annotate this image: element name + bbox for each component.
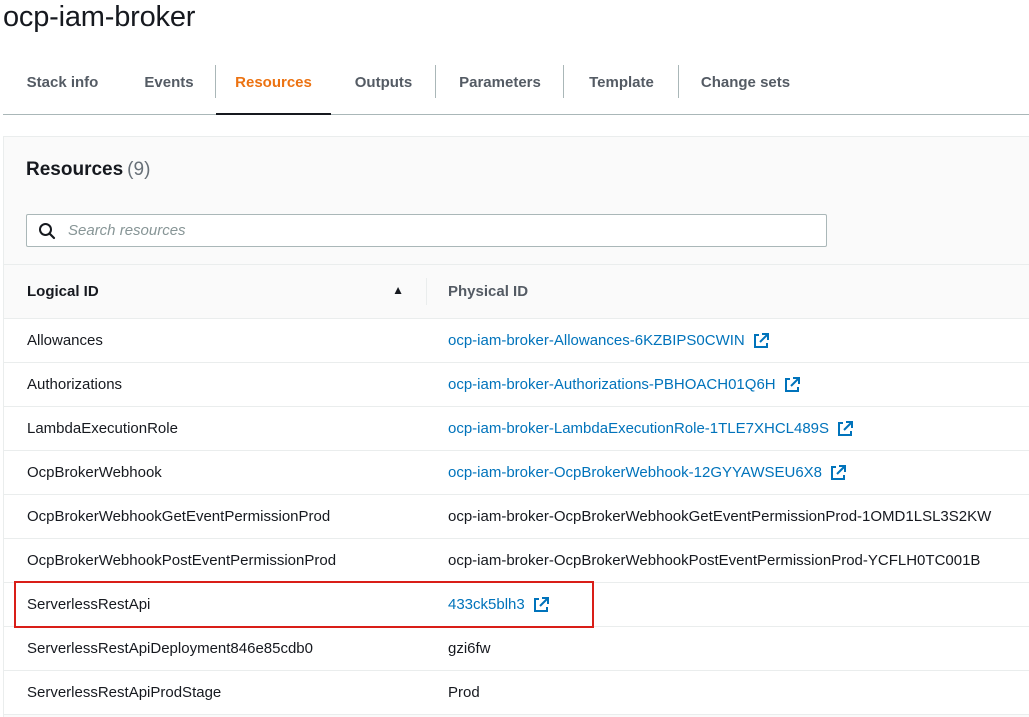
physical-id-text: ocp-iam-broker-OcpBrokerWebhookGetEventP… (448, 508, 992, 525)
logical-id-cell: OcpBrokerWebhookGetEventPermissionProd (27, 508, 331, 525)
table-row: ServerlessRestApiDeployment846e85cdb0 gzi… (4, 627, 1029, 671)
tab-events-label: Events (144, 74, 194, 91)
tab-change-sets[interactable]: Change sets (679, 51, 812, 114)
resources-panel: Resources(9) Logical ID ▲ Physical ID Al… (3, 136, 1029, 717)
logical-id-cell: Authorizations (27, 376, 123, 393)
search-box (26, 214, 827, 247)
tab-change-sets-label: Change sets (700, 74, 791, 91)
physical-id-text: gzi6fw (448, 640, 491, 657)
logical-id-cell: OcpBrokerWebhook (27, 464, 162, 481)
table-body: Allowances ocp-iam-broker-Allowances-6KZB… (4, 319, 1029, 715)
sort-ascending-icon[interactable]: ▲ (392, 283, 404, 297)
resources-count: (9) (127, 159, 151, 180)
external-link-icon[interactable] (784, 376, 800, 393)
table-row: ServerlessRestApiProdStage Prod (4, 671, 1029, 715)
tab-resources[interactable]: Resources (216, 51, 331, 115)
table-row: Allowances ocp-iam-broker-Allowances-6KZB… (4, 319, 1029, 363)
column-header-logical-id[interactable]: Logical ID ▲ (4, 283, 426, 300)
physical-id-cell: ocp-iam-broker-OcpBrokerWebhookGetEventP… (426, 508, 991, 525)
column-header-logical-id-label: Logical ID (27, 283, 99, 300)
resources-title: Resources (26, 159, 124, 180)
external-link-icon[interactable] (837, 420, 854, 437)
search-input[interactable] (66, 221, 826, 240)
tab-stack-info[interactable]: Stack info (3, 51, 122, 114)
table-row: Authorizations ocp-iam-broker-Authorizati… (4, 363, 1029, 407)
column-header-physical-id-label: Physical ID (448, 283, 529, 300)
resources-table: Logical ID ▲ Physical ID Allowances ocp-i… (4, 264, 1029, 715)
external-link-icon[interactable] (753, 332, 769, 349)
tab-resources-label: Resources (235, 74, 312, 91)
physical-id-cell: Prod (426, 684, 480, 701)
tab-outputs[interactable]: Outputs (331, 51, 436, 114)
table-row: OcpBrokerWebhookGetEventPermissionProd oc… (4, 495, 1029, 539)
table-row: OcpBrokerWebhookPostEventPermissionProd o… (4, 539, 1029, 583)
external-link-icon[interactable] (533, 596, 549, 613)
physical-id-link[interactable]: ocp-iam-broker-OcpBrokerWebhook-12GYYAWS… (448, 464, 822, 481)
physical-id-text: ocp-iam-broker-OcpBrokerWebhookPostEvent… (448, 552, 981, 569)
table-row: OcpBrokerWebhook ocp-iam-broker-OcpBroker… (4, 451, 1029, 495)
tab-events[interactable]: Events (122, 51, 216, 114)
physical-id-link[interactable]: ocp-iam-broker-Allowances-6KZBIPS0CWIN (448, 332, 745, 349)
logical-id-cell: ServerlessRestApiProdStage (27, 684, 222, 701)
logical-id-cell: ServerlessRestApiDeployment846e85cdb0 (27, 640, 313, 657)
tab-template-label: Template (589, 74, 654, 91)
physical-id-link[interactable]: 433ck5blh3 (448, 596, 525, 613)
logical-id-cell: OcpBrokerWebhookPostEventPermissionProd (27, 552, 337, 569)
physical-id-link[interactable]: ocp-iam-broker-Authorizations-PBHOACH01Q… (448, 376, 776, 393)
stack-tabs: Stack info Events Resources Outputs Para… (3, 51, 1029, 115)
physical-id-cell: 433ck5blh3 (426, 596, 549, 613)
tab-outputs-label: Outputs (354, 74, 413, 91)
tab-parameters-label: Parameters (459, 74, 541, 91)
external-link-icon[interactable] (830, 464, 847, 481)
search-icon (39, 222, 56, 239)
cloudformation-stack-page: ocp-iam-broker Stack info Events Resourc… (0, 0, 1029, 717)
logical-id-cell: LambdaExecutionRole (27, 420, 178, 437)
tab-parameters[interactable]: Parameters (436, 51, 564, 114)
physical-id-text: Prod (448, 684, 480, 701)
column-header-physical-id[interactable]: Physical ID (426, 278, 529, 305)
physical-id-cell: gzi6fw (426, 640, 491, 657)
physical-id-link[interactable]: ocp-iam-broker-LambdaExecutionRole-1TLE7… (448, 420, 829, 437)
logical-id-cell: Allowances (27, 332, 103, 349)
resources-heading: Resources (9) (26, 159, 150, 181)
physical-id-cell: ocp-iam-broker-OcpBrokerWebhook-12GYYAWS… (426, 464, 847, 481)
physical-id-cell: ocp-iam-broker-Allowances-6KZBIPS0CWIN (426, 332, 769, 349)
physical-id-cell: ocp-iam-broker-LambdaExecutionRole-1TLE7… (426, 420, 854, 437)
table-header: Logical ID ▲ Physical ID (4, 264, 1029, 319)
page-title: ocp-iam-broker (3, 1, 196, 33)
table-row: LambdaExecutionRole ocp-iam-broker-Lambda… (4, 407, 1029, 451)
table-row: ServerlessRestApi 433ck5blh3 (4, 583, 1029, 627)
physical-id-cell: ocp-iam-broker-OcpBrokerWebhookPostEvent… (426, 552, 980, 569)
logical-id-cell: ServerlessRestApi (27, 596, 151, 613)
physical-id-cell: ocp-iam-broker-Authorizations-PBHOACH01Q… (426, 376, 800, 393)
tab-template[interactable]: Template (564, 51, 679, 114)
